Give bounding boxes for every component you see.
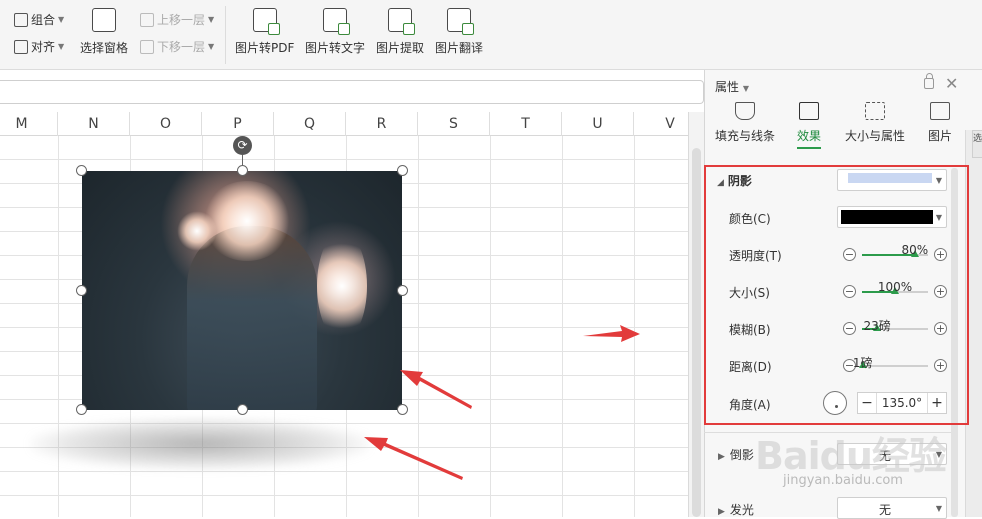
side-tab-select[interactable]: 选	[972, 130, 982, 158]
glow-section-header[interactable]: ▶ 发光	[718, 501, 754, 518]
size-icon	[865, 102, 885, 120]
column-header-n[interactable]: N	[58, 112, 130, 136]
selected-picture[interactable]	[82, 171, 402, 410]
chevron-down-icon: ▼	[208, 42, 215, 51]
align-label: 对齐	[31, 40, 56, 54]
active-tab-underline	[797, 147, 822, 149]
lock-icon[interactable]	[924, 73, 934, 89]
close-icon[interactable]: ✕	[945, 74, 958, 93]
baidu-watermark-url: jingyan.baidu.com	[783, 473, 903, 488]
column-header-q[interactable]: Q	[274, 112, 346, 136]
group-button[interactable]: 组合 ▼	[14, 11, 64, 28]
rotate-handle-icon[interactable]: ⟳	[233, 136, 252, 155]
selection-pane-label: 选择窗格	[80, 41, 129, 55]
sheet-vertical-scrollbar[interactable]	[688, 112, 704, 517]
tab-picture[interactable]: 图片	[928, 102, 952, 144]
column-header-t[interactable]: T	[490, 112, 562, 136]
bring-forward-button[interactable]: 上移一层 ▼	[140, 11, 214, 28]
resize-handle-s[interactable]	[237, 404, 248, 415]
pic-translate-icon	[447, 8, 474, 35]
tab-size-and-properties[interactable]: 大小与属性	[845, 102, 905, 144]
glow-dropdown[interactable]: 无 ▼	[837, 497, 947, 519]
ribbon-toolbar: 组合 ▼ 对齐 ▼ 选择窗格 上移一层 ▼ 下移一层 ▼ 图片转PDF 图片转文…	[0, 0, 982, 70]
selection-pane-button[interactable]: 选择窗格	[80, 8, 128, 56]
resize-handle-n[interactable]	[237, 165, 248, 176]
chevron-down-icon: ▼	[742, 84, 749, 93]
toolbar-separator	[225, 6, 226, 64]
effects-icon	[799, 102, 819, 120]
resize-handle-se[interactable]	[397, 404, 408, 415]
resize-handle-w[interactable]	[76, 285, 87, 296]
tab-fill-and-line[interactable]: 填充与线条	[715, 102, 775, 144]
pic-translate-button[interactable]: 图片翻译	[435, 8, 483, 56]
send-backward-label: 下移一层	[157, 40, 206, 54]
sheet-scroll-thumb[interactable]	[692, 148, 701, 517]
chevron-down-icon: ▼	[208, 15, 215, 24]
paint-bucket-icon	[735, 102, 755, 120]
column-header-r[interactable]: R	[346, 112, 418, 136]
resize-handle-ne[interactable]	[397, 165, 408, 176]
baidu-watermark: Baidu经验	[755, 434, 947, 478]
pic-to-pdf-button[interactable]: 图片转PDF	[235, 8, 294, 56]
send-backward-button[interactable]: 下移一层 ▼	[140, 38, 214, 55]
sparkle	[202, 181, 292, 261]
resize-handle-nw[interactable]	[76, 165, 87, 176]
resize-handle-e[interactable]	[397, 285, 408, 296]
chevron-down-icon: ▼	[935, 504, 942, 513]
picture-icon	[930, 102, 950, 120]
group-icon	[14, 12, 28, 27]
pic-extract-button[interactable]: 图片提取	[376, 8, 424, 56]
bring-forward-icon	[140, 12, 154, 27]
pic-to-text-label: 图片转文字	[305, 41, 366, 55]
column-header-o[interactable]: O	[130, 112, 202, 136]
pic-to-text-icon	[323, 8, 350, 35]
send-backward-icon	[140, 39, 154, 54]
pic-translate-label: 图片翻译	[435, 41, 484, 55]
column-header-row: M N O P Q R S T U V	[0, 112, 688, 136]
column-header-u[interactable]: U	[562, 112, 634, 136]
pane-title[interactable]: 属性 ▼	[715, 78, 749, 95]
align-icon	[14, 39, 28, 54]
group-label: 组合	[31, 13, 56, 27]
pic-to-text-button[interactable]: 图片转文字	[305, 8, 365, 56]
pic-to-pdf-label: 图片转PDF	[235, 41, 295, 55]
align-button[interactable]: 对齐 ▼	[14, 38, 64, 55]
column-header-m[interactable]: M	[0, 112, 58, 136]
shadow-section-highlight	[704, 165, 969, 425]
collapsed-triangle-icon: ▶	[718, 507, 725, 517]
pic-extract-label: 图片提取	[376, 41, 425, 55]
formula-input[interactable]	[0, 80, 704, 104]
sparkle	[177, 211, 217, 251]
bring-forward-label: 上移一层	[157, 13, 206, 27]
chevron-down-icon: ▼	[58, 15, 65, 24]
sparkle	[317, 231, 367, 341]
selection-pane-icon	[92, 8, 116, 32]
pic-extract-icon	[388, 8, 415, 35]
column-header-s[interactable]: S	[418, 112, 490, 136]
collapsed-triangle-icon: ▶	[718, 452, 725, 462]
picture-shadow	[30, 418, 370, 470]
tab-effects[interactable]: 效果	[797, 102, 822, 149]
resize-handle-sw[interactable]	[76, 404, 87, 415]
column-header-p[interactable]: P	[202, 112, 274, 136]
pic-to-pdf-icon	[252, 8, 280, 35]
reflection-section-header[interactable]: ▶ 倒影	[718, 446, 754, 463]
chevron-down-icon: ▼	[58, 42, 65, 51]
